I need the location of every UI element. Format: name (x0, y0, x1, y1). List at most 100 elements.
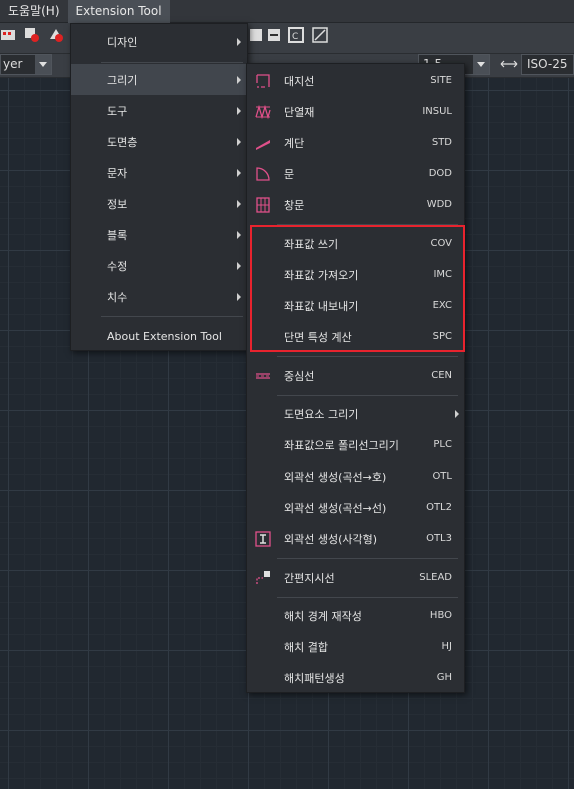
extension-tool-menu: 디자인 그리기 도구 도면층 문자 정보 블록 수정 치수 About Exte… (70, 23, 248, 351)
separator (277, 558, 458, 559)
chevron-right-icon (237, 37, 241, 46)
menu-item-label: 문 (284, 167, 295, 181)
separator (101, 316, 243, 317)
menu-item-label: 계단 (284, 136, 305, 150)
chevron-right-icon (455, 409, 459, 418)
menu-item-label: 대지선 (284, 74, 315, 88)
menu-item-slead[interactable]: 간편지시선 SLEAD (247, 562, 464, 593)
svg-text:C: C (292, 32, 298, 42)
chevron-right-icon (237, 168, 241, 177)
chevron-right-icon (237, 137, 241, 146)
menu-item-label: 외곽선 생성(사각형) (284, 532, 378, 546)
layer-combo[interactable]: yer (0, 54, 52, 75)
layer-combo-value: yer (3, 57, 23, 71)
menu-item-gh[interactable]: 해치패턴생성 GH (247, 662, 464, 693)
shortcut-label: WDD (426, 199, 452, 210)
shortcut-label: SITE (430, 75, 452, 86)
dimension-style-icon (500, 56, 518, 72)
menu-item-stairs[interactable]: 계단 STD (247, 127, 464, 158)
menu-item-door[interactable]: 문 DOD (247, 158, 464, 189)
menu-item-label: 해치 경계 재작성 (284, 609, 362, 623)
menu-item-draw-elements[interactable]: 도면요소 그리기 (247, 398, 464, 429)
toolbar-icon-7[interactable] (312, 27, 328, 43)
toolbar-icon-6[interactable]: C (288, 27, 304, 43)
centerline-icon (255, 368, 271, 384)
chevron-right-icon (237, 199, 241, 208)
menu-item-about[interactable]: About Extension Tool (71, 321, 247, 352)
draw-submenu: 대지선 SITE 단열재 INSUL 계단 STD 문 DOD 창문 WDD 좌… (246, 63, 465, 693)
menu-item-label: 도면층 (107, 135, 138, 149)
shortcut-label: CEN (431, 370, 452, 381)
window-icon (255, 196, 271, 213)
menu-item-design[interactable]: 디자인 (71, 26, 247, 57)
menu-item-tools[interactable]: 도구 (71, 95, 247, 126)
menu-item-label: 블록 (107, 228, 128, 242)
site-boundary-icon (255, 73, 271, 89)
toolbar-icon-5[interactable] (266, 27, 282, 43)
menu-item-label: 문자 (107, 166, 128, 180)
chevron-right-icon (237, 75, 241, 84)
menu-item-centerline[interactable]: 중심선 CEN (247, 360, 464, 391)
shortcut-label: OTL3 (426, 533, 452, 544)
separator (277, 395, 458, 396)
menu-item-draw[interactable]: 그리기 (71, 64, 247, 95)
chevron-right-icon (237, 106, 241, 115)
shortcut-label: DOD (428, 168, 452, 179)
menu-item-label: 도구 (107, 104, 128, 118)
menu-help[interactable]: 도움말(H) (0, 0, 68, 23)
menu-item-label: 해치패턴생성 (284, 671, 345, 685)
menu-item-label: 정보 (107, 197, 128, 211)
stairs-icon (255, 135, 271, 151)
menu-item-window[interactable]: 창문 WDD (247, 189, 464, 220)
leader-icon (255, 570, 271, 586)
insulation-icon (255, 104, 271, 120)
menu-item-block[interactable]: 블록 (71, 219, 247, 250)
chevron-right-icon (237, 292, 241, 301)
shortcut-label: HJ (441, 641, 452, 652)
menu-item-label: 그리기 (107, 73, 138, 87)
menu-item-label: 외곽선 생성(곡선→선) (284, 501, 387, 515)
menu-item-label: 간편지시선 (284, 571, 335, 585)
menu-item-label: 치수 (107, 290, 128, 304)
menu-item-otl[interactable]: 외곽선 생성(곡선→호) OTL (247, 461, 464, 492)
separator (277, 356, 458, 357)
menu-item-hj[interactable]: 해치 결합 HJ (247, 631, 464, 662)
menu-item-otl2[interactable]: 외곽선 생성(곡선→선) OTL2 (247, 492, 464, 523)
menu-item-site[interactable]: 대지선 SITE (247, 65, 464, 96)
menu-item-label: 단열재 (284, 105, 315, 119)
menubar: 도움말(H) Extension Tool (0, 0, 574, 23)
menu-item-layers[interactable]: 도면층 (71, 126, 247, 157)
chevron-down-icon[interactable] (473, 55, 489, 74)
dimension-style-combo[interactable]: ISO-25 (521, 54, 574, 75)
door-icon (255, 166, 271, 182)
menu-item-info[interactable]: 정보 (71, 188, 247, 219)
menu-item-label: 중심선 (284, 369, 315, 383)
menu-item-label: 좌표값으로 폴리선그리기 (284, 438, 399, 452)
menu-item-hbo[interactable]: 해치 경계 재작성 HBO (247, 600, 464, 631)
chevron-down-icon[interactable] (35, 55, 51, 74)
menu-item-label: 외곽선 생성(곡선→호) (284, 470, 387, 484)
highlight-box (250, 225, 465, 352)
chevron-right-icon (237, 230, 241, 239)
toolbar-icon-4[interactable] (248, 27, 264, 43)
menu-item-insul[interactable]: 단열재 INSUL (247, 96, 464, 127)
menu-item-label: 해치 결합 (284, 640, 328, 654)
menu-item-dimension[interactable]: 치수 (71, 281, 247, 312)
menu-item-otl3[interactable]: 외곽선 생성(사각형) OTL3 (247, 523, 464, 554)
shortcut-label: PLC (433, 439, 452, 450)
chevron-right-icon (237, 261, 241, 270)
separator (277, 597, 458, 598)
toolbar-icon-1[interactable] (0, 27, 16, 43)
toolbar-icon-2[interactable] (24, 27, 40, 43)
menu-item-label: 창문 (284, 198, 305, 212)
menu-item-label: 도면요소 그리기 (284, 407, 359, 421)
menu-item-modify[interactable]: 수정 (71, 250, 247, 281)
menu-item-text[interactable]: 문자 (71, 157, 247, 188)
toolbar-icon-3[interactable] (48, 27, 64, 43)
menu-extension-tool[interactable]: Extension Tool (67, 0, 170, 23)
shortcut-label: STD (431, 137, 452, 148)
shortcut-label: GH (436, 672, 452, 683)
shortcut-label: OTL2 (426, 502, 452, 513)
menu-item-plc[interactable]: 좌표값으로 폴리선그리기 PLC (247, 429, 464, 460)
rect-outline-icon (255, 530, 271, 547)
